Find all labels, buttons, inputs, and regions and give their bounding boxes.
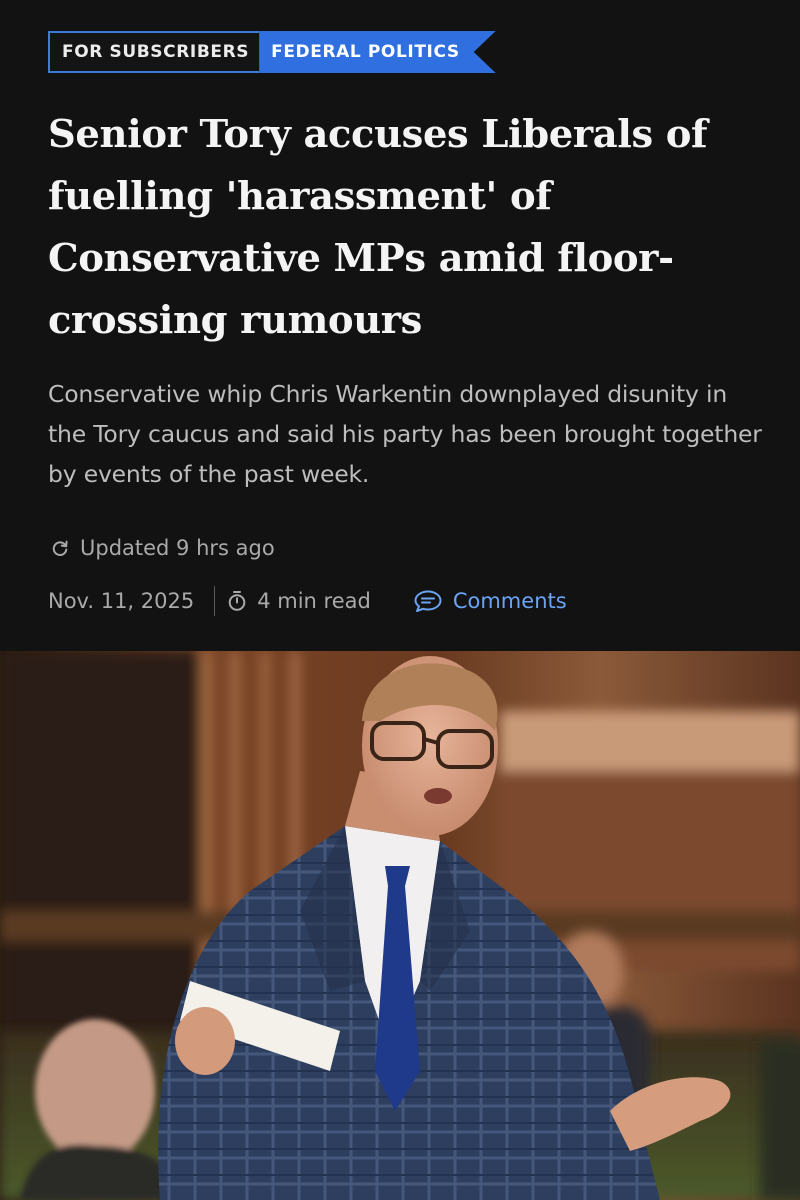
- stopwatch-icon: [228, 591, 246, 611]
- article-headline: Senior Tory accuses Liberals of fuelling…: [48, 112, 708, 343]
- updated-text: Updated 9 hrs ago: [80, 536, 275, 560]
- subscribers-tag[interactable]: FOR SUBSCRIBERS: [48, 31, 260, 73]
- comments-link[interactable]: Comments: [413, 589, 567, 613]
- section-tag[interactable]: FEDERAL POLITICS: [259, 31, 496, 73]
- article-meta: Nov. 11, 2025 4 min read Comments: [48, 582, 567, 620]
- article-dek: Conservative whip Chris Warkentin downpl…: [48, 380, 762, 488]
- updated-info: Updated 9 hrs ago: [50, 530, 275, 566]
- comments-label: Comments: [452, 589, 567, 613]
- publish-date: Nov. 11, 2025: [48, 589, 195, 613]
- article-photo[interactable]: [0, 651, 800, 1200]
- meta-divider: [214, 586, 216, 616]
- speech-bubble-icon: [414, 590, 442, 612]
- article-tags: FOR SUBSCRIBERS FEDERAL POLITICS: [48, 31, 496, 73]
- read-time: 4 min read: [227, 589, 371, 613]
- photo-illustration: [0, 651, 800, 1200]
- read-time-text: 4 min read: [257, 589, 371, 613]
- refresh-icon: [52, 540, 68, 556]
